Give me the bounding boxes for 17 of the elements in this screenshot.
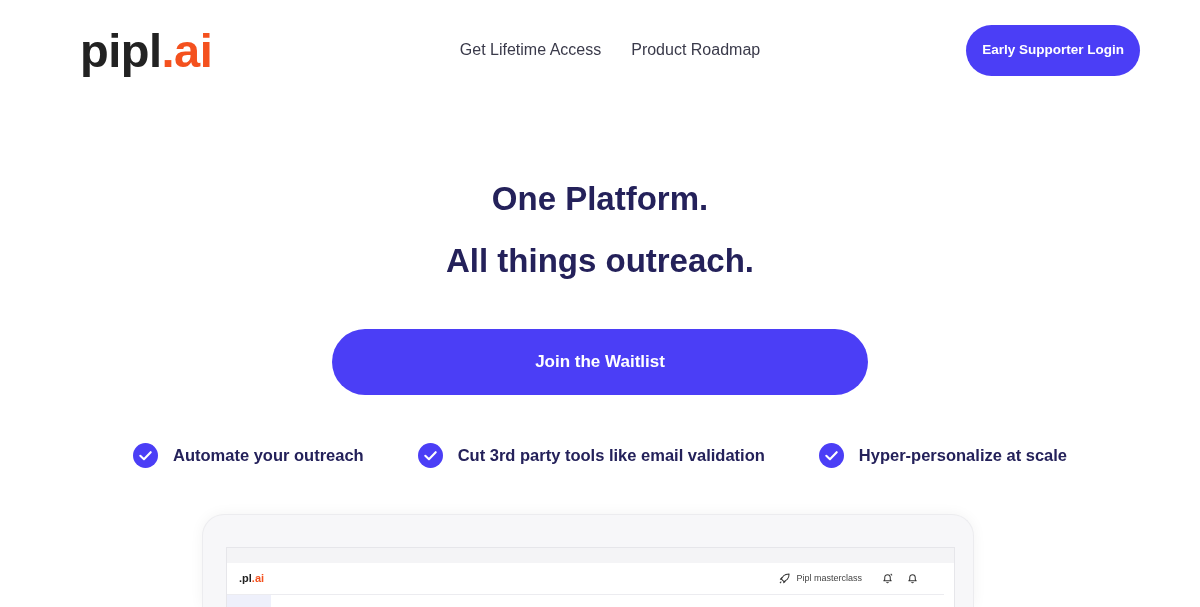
rocket-icon (779, 573, 791, 584)
feature-text: Cut 3rd party tools like email validation (457, 445, 765, 467)
masterclass-text: Pipl masterclass (796, 571, 862, 585)
bell-icon (907, 573, 918, 584)
check-icon (818, 443, 844, 468)
login-button[interactable]: Early Supporter Login (966, 24, 1140, 76)
check-icon (132, 443, 158, 468)
headline: One Platform. (490, 179, 710, 219)
app-logo: .pl.ai (239, 571, 265, 587)
join-waitlist-button[interactable]: Join the Waitlist (332, 329, 868, 395)
check-icon (417, 443, 443, 468)
bell-icon (882, 573, 893, 584)
feature-text: Automate your outreach (172, 445, 364, 467)
feature-text: Hyper-personalize at scale (858, 445, 1068, 467)
nav-link-text[interactable]: Product Roadmap (631, 38, 761, 62)
headline: All things outreach. (446, 241, 754, 281)
nav-link-text[interactable]: Get Lifetime Access (459, 38, 602, 62)
